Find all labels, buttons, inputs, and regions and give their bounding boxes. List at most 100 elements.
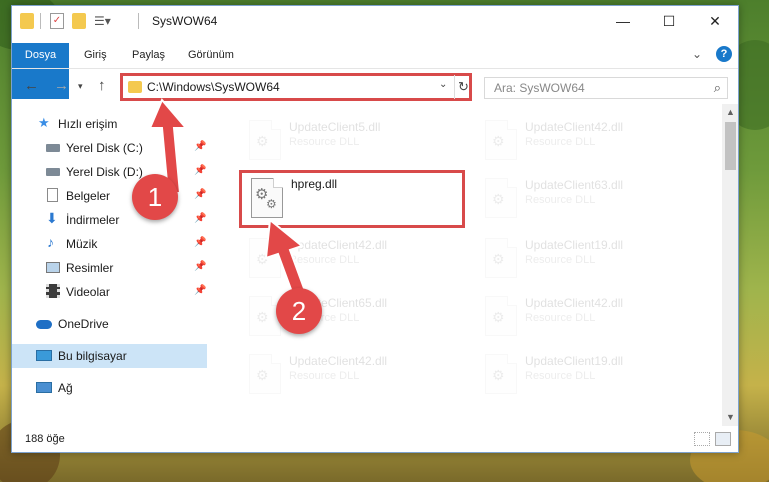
- dll-file-icon: ⚙: [485, 296, 517, 336]
- nav-label: OneDrive: [58, 317, 109, 331]
- customize-toolbar-icon[interactable]: ☰▾: [94, 13, 111, 29]
- nav-item-music[interactable]: ♪ Müzik 📌: [12, 232, 207, 256]
- step-badge-2: 2: [276, 288, 322, 334]
- gear-icon: ⚙: [492, 367, 505, 383]
- pin-icon[interactable]: 📌: [194, 237, 206, 248]
- pictures-icon: [46, 262, 60, 273]
- file-item[interactable]: ⚙ UpdateClient19.dll Resource DLL: [473, 346, 697, 402]
- file-name: UpdateClient19.dll: [525, 354, 624, 368]
- title-bar: ✓ ☰▾ SysWOW64 — ☐ ✕: [12, 6, 738, 36]
- download-icon: ⬇: [46, 210, 58, 226]
- file-name: UpdateClient42.dll: [525, 296, 624, 310]
- divider: [40, 13, 41, 29]
- large-icons-view-icon[interactable]: [715, 432, 731, 446]
- scrollbar-thumb[interactable]: [725, 122, 736, 170]
- dll-file-icon: ⚙: [249, 354, 281, 394]
- file-item[interactable]: ⚙ UpdateClient5.dll Resource DLL: [237, 112, 461, 168]
- music-icon: ♪: [47, 234, 54, 250]
- dll-file-icon: ⚙: [485, 178, 517, 218]
- nav-item-network[interactable]: Ağ: [12, 376, 207, 400]
- forward-arrow-icon[interactable]: →: [54, 77, 69, 94]
- tab-home[interactable]: Giriş: [74, 43, 117, 67]
- file-item[interactable]: ⚙ UpdateClient19.dll Resource DLL: [473, 230, 697, 286]
- cloud-icon: [36, 320, 52, 329]
- nav-label: İndirmeler: [66, 213, 120, 227]
- drive-icon: [46, 168, 60, 176]
- refresh-icon[interactable]: ↻: [454, 75, 472, 99]
- close-button[interactable]: ✕: [692, 6, 738, 36]
- up-arrow-icon[interactable]: ↑: [98, 77, 106, 94]
- window-title: SysWOW64: [152, 14, 218, 28]
- nav-label: Videolar: [66, 285, 110, 299]
- divider: [138, 13, 139, 29]
- address-bar[interactable]: C:\Windows\SysWOW64 ⌄ ↻: [120, 73, 472, 101]
- file-type: Resource DLL: [525, 370, 596, 382]
- dll-file-icon: ⚙: [249, 120, 281, 160]
- ribbon-tabs: Dosya Giriş Paylaş Görünüm ⌄ ?: [12, 43, 738, 99]
- file-type: Resource DLL: [525, 136, 596, 148]
- minimize-button[interactable]: —: [600, 6, 646, 36]
- tab-share[interactable]: Paylaş: [122, 43, 175, 67]
- nav-label: Hızlı erişim: [58, 117, 118, 131]
- nav-item-pictures[interactable]: Resimler 📌: [12, 256, 207, 280]
- nav-label: Müzik: [66, 237, 98, 251]
- tab-view[interactable]: Görünüm: [178, 43, 244, 67]
- nav-item-this-pc[interactable]: Bu bilgisayar: [12, 344, 207, 368]
- video-icon: [46, 284, 60, 298]
- help-icon[interactable]: ?: [716, 46, 732, 62]
- dll-file-icon: ⚙: [485, 354, 517, 394]
- pin-icon[interactable]: 📌: [194, 213, 206, 224]
- drive-icon: [46, 144, 60, 152]
- folder-icon: [20, 13, 34, 29]
- file-type: Resource DLL: [289, 136, 360, 148]
- nav-label: Yerel Disk (C:): [66, 141, 143, 155]
- gear-icon: ⚙: [256, 367, 269, 383]
- chevron-down-icon[interactable]: ⌄: [439, 79, 447, 90]
- file-name: UpdateClient42.dll: [289, 354, 388, 368]
- search-input[interactable]: Ara: SysWOW64 ⌕: [484, 77, 728, 99]
- step-badge-1: 1: [132, 174, 178, 220]
- pin-icon[interactable]: 📌: [194, 285, 206, 296]
- search-icon[interactable]: ⌕: [714, 80, 721, 96]
- file-explorer-window: ✓ ☰▾ SysWOW64 — ☐ ✕ Dosya Giriş Paylaş G…: [11, 5, 739, 453]
- address-path: C:\Windows\SysWOW64: [147, 80, 280, 94]
- file-type: Resource DLL: [525, 254, 596, 266]
- computer-icon: [36, 350, 52, 361]
- folder-icon: [128, 81, 142, 93]
- nav-label: Bu bilgisayar: [58, 349, 127, 363]
- dll-file-icon: ⚙: [485, 238, 517, 278]
- file-name: UpdateClient42.dll: [525, 120, 624, 134]
- scroll-up-icon[interactable]: ▲: [722, 104, 738, 121]
- search-placeholder: Ara: SysWOW64: [494, 81, 585, 95]
- status-bar: 188 öğe: [12, 427, 738, 452]
- document-icon: [47, 188, 58, 202]
- gear-icon: ⚙: [492, 133, 505, 149]
- file-item[interactable]: ⚙ UpdateClient42.dll Resource DLL: [473, 288, 697, 344]
- pin-icon[interactable]: 📌: [194, 261, 206, 272]
- file-type: Resource DLL: [525, 312, 596, 324]
- nav-label: Yerel Disk (D:): [66, 165, 143, 179]
- nav-label: Ağ: [58, 381, 73, 395]
- recent-locations-icon[interactable]: ▾: [78, 81, 83, 92]
- file-item[interactable]: ⚙ UpdateClient42.dll Resource DLL: [473, 112, 697, 168]
- file-item[interactable]: ⚙ UpdateClient63.dll Resource DLL: [473, 170, 697, 226]
- nav-item-downloads[interactable]: ⬇ İndirmeler 📌: [12, 208, 207, 232]
- maximize-button[interactable]: ☐: [646, 6, 692, 36]
- vertical-scrollbar[interactable]: ▲ ▼: [722, 104, 738, 426]
- file-name: UpdateClient19.dll: [525, 238, 624, 252]
- item-count: 188 öğe: [25, 433, 65, 445]
- file-type: Resource DLL: [525, 194, 596, 206]
- new-folder-icon[interactable]: [72, 13, 86, 29]
- nav-item-videos[interactable]: Videolar 📌: [12, 280, 207, 304]
- gear-icon: ⚙: [492, 309, 505, 325]
- gear-icon: ⚙: [492, 191, 505, 207]
- details-view-icon[interactable]: [694, 432, 710, 446]
- scroll-down-icon[interactable]: ▼: [722, 409, 738, 426]
- chevron-down-icon[interactable]: ⌄: [692, 47, 702, 61]
- file-item[interactable]: ⚙ UpdateClient42.dll Resource DLL: [237, 346, 461, 402]
- dll-file-icon: ⚙: [485, 120, 517, 160]
- network-icon: [36, 382, 52, 393]
- properties-icon[interactable]: ✓: [50, 13, 64, 29]
- back-arrow-icon[interactable]: ←: [24, 77, 39, 94]
- nav-item-onedrive[interactable]: OneDrive: [12, 312, 207, 336]
